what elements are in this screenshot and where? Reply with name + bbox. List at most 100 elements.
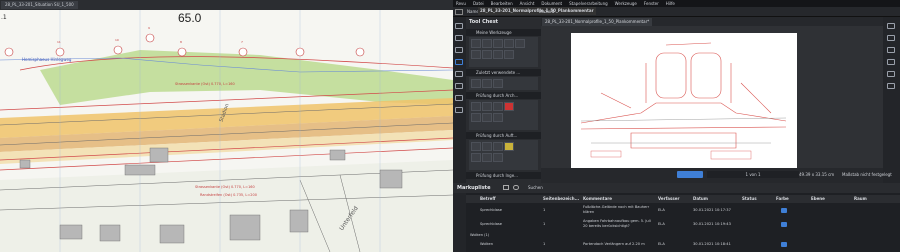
properties-icon[interactable] [455,71,463,77]
mode-value[interactable]: 1 [552,8,555,16]
markup-list-title[interactable]: Markupliste [457,185,490,191]
tool-icon[interactable] [493,79,503,88]
markup-list-panel: Markupliste Suchen Betreff Seitenbezeich… [453,183,900,252]
tool-icon[interactable] [471,39,481,48]
studio-icon[interactable] [455,107,463,113]
tool-icon[interactable] [482,113,492,122]
tool-icon[interactable] [471,153,481,162]
stamp-icon[interactable] [887,71,895,77]
tool-icon[interactable] [471,50,481,59]
column-header[interactable]: Farbe [776,196,789,201]
tool-chest-panel: Tool Chest Meine Werkzeuge Zuletzt verwe… [466,17,541,183]
tool-icon[interactable] [471,79,481,88]
recent-tools-grid [469,77,538,90]
right-panel-rail [883,17,900,183]
tool-icon[interactable] [504,50,514,59]
panel-toggle-icon[interactable] [455,9,463,15]
my-tools-grid [469,37,538,67]
filter-icon[interactable] [503,185,509,190]
tool-icon[interactable] [493,153,503,162]
table-row[interactable]: Sprechblase 1 Angaben Fahrbahnaufbau gem… [466,218,900,231]
search-icon[interactable] [513,185,519,190]
page-navigator[interactable]: 1 von 1 [707,171,799,178]
tool-icon[interactable] [482,50,492,59]
menu-revu[interactable]: Revu [456,1,466,6]
column-header[interactable]: Kommentare [583,196,612,201]
tool-icon[interactable] [471,102,481,111]
section-review-engineer[interactable]: Prüfung durch Inge... [466,172,541,179]
architect-tools-grid [469,100,538,130]
tool-icon[interactable] [482,102,492,111]
column-header[interactable]: Ebene [811,196,825,201]
search-icon[interactable] [455,83,463,89]
document-tab[interactable]: 28_PL_33-201_Normalprofile_1_50_Plankomm… [542,18,653,26]
document-page[interactable] [571,33,797,188]
scale-status[interactable]: Maßstab nicht festgelegt [842,172,892,177]
menu-ansicht[interactable]: Ansicht [520,1,535,6]
tool-icon[interactable] [493,113,503,122]
tool-icon[interactable] [471,142,481,151]
shape-icon[interactable] [887,47,895,53]
grid-number: .1 [1,14,7,21]
menu-bearbeiten[interactable]: Bearbeiten [491,1,513,6]
tool-icon[interactable] [482,153,492,162]
row-subject: Wolken [480,242,493,246]
table-row[interactable]: Sprechblase 1 Fußdäche-Gelände noch mit … [466,204,900,217]
menu-werkzeuge[interactable]: Werkzeuge [615,1,637,6]
menu-dokument[interactable]: Dokument [541,1,562,6]
section-recent-tools[interactable]: Zuletzt verwendete ... [466,69,541,76]
column-header[interactable]: Raum [854,196,867,201]
color-swatch[interactable] [781,222,787,227]
tool-icon[interactable] [504,142,514,151]
doc-name-field[interactable]: 28_PL_33-201_Normalprofile_1_50_Plankomm… [478,7,596,15]
tool-icon[interactable] [504,102,514,111]
table-row[interactable]: Wolken 1 Portendach Verlängern auf 2.20 … [466,240,900,249]
settings-icon[interactable] [887,83,895,89]
tool-icon[interactable] [471,113,481,122]
search-label[interactable]: Suchen [528,185,543,190]
tool-icon[interactable] [504,39,514,48]
bookmarks-icon[interactable] [455,35,463,41]
tool-icon[interactable] [493,142,503,151]
markup-columns: Betreff Seitenbezeich... Kommentare Verf… [466,195,900,203]
column-header[interactable]: Betreff [480,196,496,201]
column-header[interactable]: Seitenbezeich... [543,196,579,201]
measure-icon[interactable] [455,95,463,101]
menu-datei[interactable]: Datei [473,1,484,6]
section-review-architect[interactable]: Prüfung durch Arch... [466,92,541,99]
layers-icon[interactable] [455,47,463,53]
column-header[interactable]: Verfasser [658,196,679,201]
tool-chest-icon[interactable] [455,59,463,65]
column-header[interactable]: Status [742,196,757,201]
tool-chest-title[interactable]: Tool Chest [469,19,498,25]
tool-icon[interactable] [482,39,492,48]
tool-icon[interactable] [493,102,503,111]
row-author: ELA [658,242,665,246]
pen-icon[interactable] [887,23,895,29]
menu-stapelverarbeitung[interactable]: Stapelverarbeitung [569,1,608,6]
row-comment: klären [583,210,595,214]
tool-icon[interactable] [515,39,525,48]
plan-viewer[interactable]: 28_PL_33-201_Situation SU_1_500 65.0 .1 … [0,0,453,252]
color-swatch[interactable] [781,208,787,213]
group-header[interactable]: Wolken (1) [466,232,900,239]
plan-tab[interactable]: 28_PL_33-201_Situation SU_1_500 [1,1,78,9]
tool-icon[interactable] [482,142,492,151]
area-label: Hemisphaeus Hinlegweg [22,57,72,62]
menu-hilfe[interactable]: Hilfe [666,1,675,6]
tool-icon[interactable] [482,79,492,88]
row-date: 30.01.2021 10:17:37 [693,208,731,212]
color-swatch[interactable] [781,242,787,247]
menu-fenster[interactable]: Fenster [644,1,659,6]
document-canvas[interactable] [541,26,883,188]
view-mode-buttons[interactable] [677,171,703,178]
section-my-tools[interactable]: Meine Werkzeuge [466,29,541,36]
section-review-client[interactable]: Prüfung durch Auft... [466,132,541,139]
thumbnails-icon[interactable] [455,23,463,29]
measure-icon[interactable] [887,59,895,65]
tool-icon[interactable] [493,39,503,48]
column-header[interactable]: Datum [693,196,708,201]
text-icon[interactable] [887,35,895,41]
road-label-bottom-1: Strassenkante (Ost) 0.770, L=160 [195,185,255,189]
tool-icon[interactable] [493,50,503,59]
